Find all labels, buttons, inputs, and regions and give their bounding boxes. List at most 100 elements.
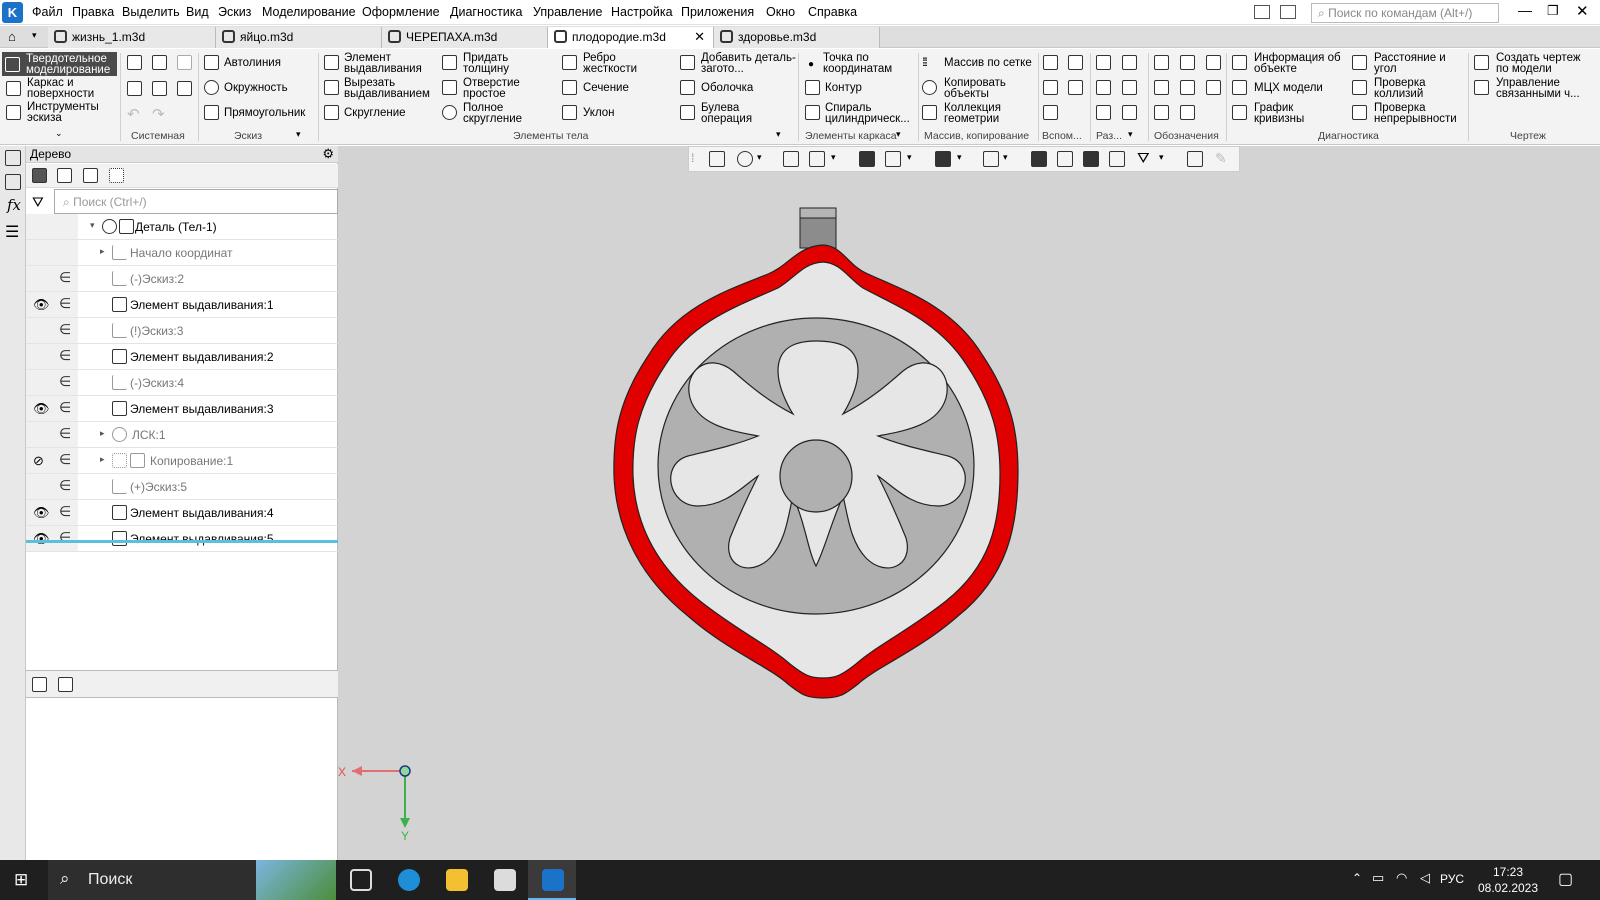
shell-button[interactable]: Оболочка — [701, 82, 753, 94]
draft-icon[interactable] — [562, 105, 577, 120]
tray-chevron-icon[interactable]: ⌃ — [1352, 871, 1362, 885]
object-info-button[interactable]: Информация об объекте — [1254, 52, 1349, 75]
menu-view[interactable]: Вид — [186, 5, 209, 19]
close-window-icon[interactable]: ✕ — [1576, 2, 1589, 20]
undo-icon[interactable]: ↶ — [127, 105, 140, 123]
geometry-collection-button[interactable]: Коллекция геометрии — [944, 102, 1019, 125]
clock[interactable]: 17:23 08.02.2023 — [1466, 864, 1550, 896]
properties-icon[interactable] — [5, 174, 21, 190]
open-file-icon[interactable] — [152, 55, 167, 70]
aux-axis-icon[interactable] — [1068, 55, 1083, 70]
tree-row-lcs[interactable]: ∈ ▸ ЛСК:1 — [26, 422, 338, 448]
rectangle-button[interactable]: Прямоугольник — [224, 107, 305, 119]
expand-arrow-icon[interactable]: ▸ — [100, 428, 105, 439]
save-as-icon[interactable] — [177, 81, 192, 96]
section-button[interactable]: Сечение — [583, 82, 629, 94]
boolean-button[interactable]: Булева операция — [701, 102, 771, 125]
model-canvas[interactable]: X Y — [338, 146, 1600, 860]
mirror-icon[interactable] — [1122, 80, 1137, 95]
section-view-icon[interactable] — [1096, 55, 1111, 70]
element-marker-icon[interactable]: ∈ — [59, 321, 71, 338]
menu-modeling[interactable]: Моделирование — [262, 5, 356, 19]
menu-manage[interactable]: Управление — [533, 5, 603, 19]
tree-row-sketch5[interactable]: ∈ (+)Эскиз:5 — [26, 474, 338, 500]
continuity-button[interactable]: Проверка непрерывности — [1374, 102, 1469, 125]
hole-icon[interactable] — [442, 80, 457, 95]
collision-icon[interactable] — [1352, 80, 1367, 95]
language-indicator[interactable]: РУС — [1440, 872, 1464, 886]
aux-line-icon[interactable] — [1043, 80, 1058, 95]
dimension-icon[interactable] — [1154, 80, 1169, 95]
redo-icon[interactable]: ↷ — [152, 105, 165, 123]
spiral-icon[interactable] — [805, 105, 820, 120]
maximize-icon[interactable]: ❐ — [1547, 3, 1559, 19]
tab-zdorovie[interactable]: здоровье.m3d — [714, 27, 880, 48]
tabs-dropdown-icon[interactable]: ▾ — [32, 30, 37, 41]
copy-objects-icon[interactable] — [922, 80, 937, 95]
curvature-icon[interactable] — [1232, 105, 1247, 120]
windows-start-icon[interactable]: ⊞ — [14, 870, 28, 890]
linked-drawings-button[interactable]: Управление связанными ч... — [1496, 77, 1596, 100]
object-info-icon[interactable] — [1232, 55, 1247, 70]
element-marker-icon[interactable]: ∈ — [59, 347, 71, 364]
preview-icon[interactable] — [152, 81, 167, 96]
aux-plane-icon[interactable] — [1043, 55, 1058, 70]
full-fillet-icon[interactable] — [442, 105, 457, 120]
command-search-input[interactable]: ⌕ Поиск по командам (Alt+/) — [1311, 3, 1499, 23]
linked-drawings-icon[interactable] — [1474, 80, 1489, 95]
tab-close-icon[interactable]: ✕ — [694, 29, 705, 45]
mass-props-icon[interactable] — [1232, 80, 1247, 95]
panel-icon[interactable] — [1280, 5, 1296, 19]
wifi-icon[interactable]: ◠ — [1396, 870, 1407, 886]
mass-props-button[interactable]: МЦХ модели — [1254, 82, 1323, 94]
eye-icon[interactable]: 👁 — [33, 531, 50, 547]
mode-solid-button[interactable]: Твердотельное моделирование — [2, 52, 117, 76]
create-drawing-button[interactable]: Создать чертеж по модели — [1496, 52, 1591, 75]
eye-hidden-icon[interactable]: ⊘ — [33, 453, 44, 469]
eye-icon[interactable]: 👁 — [33, 297, 50, 313]
create-drawing-icon[interactable] — [1474, 55, 1489, 70]
tree-components-icon[interactable] — [83, 168, 98, 183]
mode-frame-button[interactable]: Каркас и поверхности — [2, 77, 117, 101]
menu-sketch[interactable]: Эскиз — [218, 5, 251, 19]
menu-diagnostics[interactable]: Диагностика — [450, 5, 522, 19]
tree-search-input[interactable]: ⌕ Поиск (Ctrl+/) — [54, 189, 338, 214]
tree-row-extrude4[interactable]: 👁 ∈ Элемент выдавливания:4 — [26, 500, 338, 526]
minimize-icon[interactable]: — — [1518, 2, 1532, 18]
split-icon[interactable] — [1096, 80, 1111, 95]
spiral-button[interactable]: Спираль цилиндрическ... — [825, 102, 915, 125]
eye-icon[interactable]: 👁 — [33, 505, 50, 521]
cut-icon[interactable] — [1122, 105, 1137, 120]
aux-curve-icon[interactable] — [1043, 105, 1058, 120]
task-view-button[interactable] — [336, 860, 384, 900]
menu-window[interactable]: Окно — [766, 5, 795, 19]
tree-row-copy[interactable]: ⊘ ∈ ▸ Копирование:1 — [26, 448, 338, 474]
axis-line-icon[interactable] — [1180, 55, 1195, 70]
app-3d-button[interactable] — [480, 860, 528, 900]
copy-objects-button[interactable]: Копировать объекты — [944, 77, 1019, 100]
boolean-icon[interactable] — [680, 105, 695, 120]
expand-chevron-icon[interactable]: ⌄ — [55, 128, 63, 139]
tree-structure-icon[interactable] — [32, 168, 47, 183]
extrude-button[interactable]: Элемент выдавливания — [344, 52, 434, 75]
filter-icon[interactable]: ⛛ — [32, 194, 44, 211]
roughness-icon[interactable] — [1154, 105, 1169, 120]
base-icon[interactable] — [1206, 55, 1221, 70]
element-marker-icon[interactable]: ∈ — [59, 529, 71, 546]
element-marker-icon[interactable]: ∈ — [59, 451, 71, 468]
tree-build-order-icon[interactable] — [57, 168, 72, 183]
element-marker-icon[interactable]: ∈ — [59, 269, 71, 286]
menu-file[interactable]: Файл — [32, 5, 63, 19]
hole-button[interactable]: Отверстие простое — [463, 77, 533, 100]
tree-row-extrude1[interactable]: 👁 ∈ Элемент выдавливания:1 — [26, 292, 338, 318]
fillet-icon[interactable] — [324, 105, 339, 120]
tab-zhizn[interactable]: жизнь_1.m3d — [48, 27, 216, 48]
save-icon[interactable] — [177, 55, 192, 70]
collision-button[interactable]: Проверка коллизий — [1374, 77, 1449, 100]
tree-row-sketch3[interactable]: ∈ (!)Эскиз:3 — [26, 318, 338, 344]
add-part-icon[interactable] — [680, 55, 695, 70]
thread-icon[interactable] — [1154, 55, 1169, 70]
weld-icon[interactable] — [1180, 105, 1195, 120]
rib-icon[interactable] — [562, 55, 577, 70]
menu-apps[interactable]: Приложения — [681, 5, 754, 19]
